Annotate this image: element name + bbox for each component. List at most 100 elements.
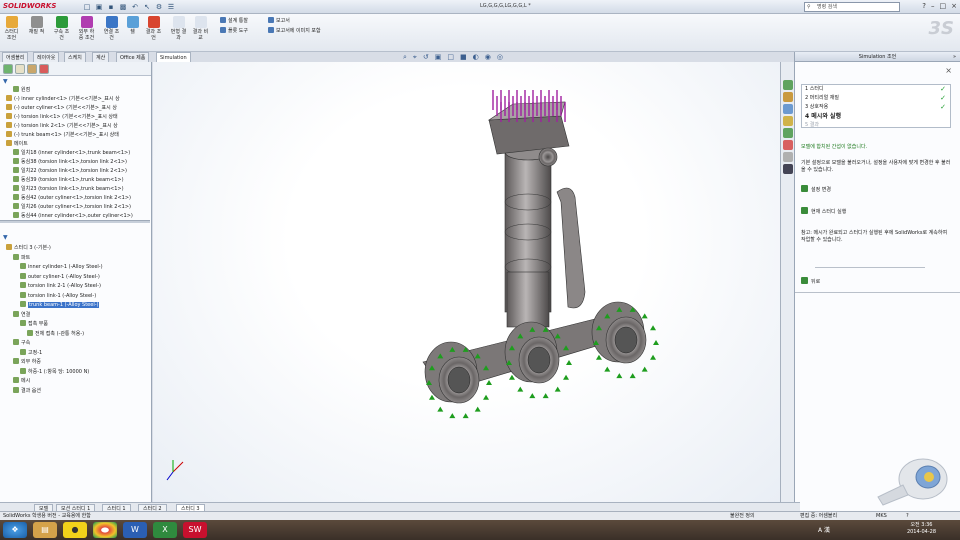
inner-cylinder[interactable] — [506, 271, 550, 328]
simulation-tree-row[interactable]: 연결 — [13, 310, 30, 319]
study-advisor-button[interactable]: 스터디 조언 — [3, 16, 20, 41]
clock[interactable]: 오전 3:36 2014-04-28 — [907, 522, 936, 536]
step-study[interactable]: 1 스터디 ✓ — [802, 85, 950, 94]
solidworks-taskbar-icon[interactable]: SW — [183, 522, 207, 538]
simulation-tree-row[interactable]: 접촉 부품 — [20, 320, 48, 328]
feature-tree-row[interactable]: (-) torsion link<1> (기본<<기본>_표시 상태 — [6, 113, 118, 121]
report-image-item[interactable]: 보고서에 이미지 포함 — [268, 27, 321, 35]
simulation-tree-row[interactable]: 전체 접촉 (-관통 허용-) — [27, 329, 84, 338]
view-palette-icon[interactable] — [783, 116, 793, 126]
tab-office-products[interactable]: Office 제품 — [116, 52, 150, 62]
back-link[interactable]: 뒤로 — [801, 277, 820, 286]
compare-results-button[interactable]: 결과 비교 — [192, 16, 209, 41]
simulation-tree-row[interactable]: trunk beam-1 (-Alloy Steel-) — [20, 301, 100, 309]
save-icon[interactable]: ▪ — [106, 2, 116, 12]
feature-tree-row[interactable]: (-) trunk beam<1> (기본<<기본>_표시 상태 — [6, 131, 119, 139]
design-library-icon[interactable] — [783, 92, 793, 102]
ime-indicator[interactable]: A 漢 — [818, 525, 830, 534]
kakao-icon[interactable]: ● — [63, 522, 87, 538]
feature-tree-tab-icon[interactable] — [3, 64, 13, 74]
pane-splitter[interactable] — [0, 220, 150, 223]
feature-tree-row[interactable]: (-) torsion link 2<1> (기본<<기본>_표시 상 — [6, 122, 118, 130]
simulation-tree-row[interactable]: 외부 하중 — [13, 358, 41, 366]
command-search-input[interactable]: ⚲ 명령 검색 — [804, 2, 900, 12]
resources-tab-icon[interactable] — [783, 80, 793, 90]
apply-material-button[interactable]: 재질 적 — [28, 16, 45, 35]
tab-evaluate[interactable]: 계산 — [92, 52, 110, 62]
simulation-tree-row[interactable]: 메시 — [13, 377, 30, 385]
zoom-area-icon[interactable]: ⌖ — [413, 53, 417, 62]
torsion-link-2[interactable] — [556, 187, 586, 309]
appearance-icon[interactable]: ◉ — [485, 53, 491, 62]
appearances-icon[interactable] — [783, 128, 793, 138]
tab-assembly[interactable]: 어셈블리 — [2, 52, 29, 62]
feature-tree-row[interactable]: 동심39 (torsion link<1>,trunk beam<1>) — [13, 176, 124, 184]
run-study-link[interactable]: 현재 스터디 실행 — [801, 207, 846, 216]
minimize-icon[interactable]: – — [931, 2, 935, 10]
display-tab-icon[interactable] — [39, 64, 49, 74]
simulation-advisor-tab-icon[interactable] — [783, 164, 793, 174]
help-icon[interactable]: ? — [922, 2, 926, 10]
display-style-icon[interactable]: ■ — [460, 53, 467, 62]
print-icon[interactable]: ▩ — [118, 2, 128, 12]
feature-tree-row[interactable]: 일치23 (torsion link<1>,trunk beam<1>) — [13, 185, 124, 193]
step-material[interactable]: 2 머티리얼 재질 ✓ — [802, 94, 950, 103]
feature-tree-row[interactable]: 일치26 (outer cyliner<1>,torsion link 2<1>… — [13, 203, 131, 211]
section-view-icon[interactable]: ▣ — [435, 53, 442, 62]
step-interaction[interactable]: 3 상호작용 ✓ — [802, 103, 950, 112]
close-pane-icon[interactable]: » — [953, 52, 956, 62]
close-icon[interactable]: × — [951, 2, 957, 10]
change-settings-link[interactable]: 설정 변경 — [801, 185, 831, 194]
step-mesh-run[interactable]: 4 메시와 실행 — [802, 112, 950, 121]
design-insight-item[interactable]: 설계 통찰 — [220, 17, 248, 25]
feature-tree-row[interactable]: (-) inner cylinder<1> (기본<<기본>_표시 상 — [6, 95, 120, 103]
rebuild-icon[interactable]: ⚙ — [154, 2, 164, 12]
view-orientation-icon[interactable]: □ — [447, 53, 454, 62]
explorer-icon[interactable]: ▤ — [33, 522, 57, 538]
config-tab-icon[interactable] — [27, 64, 37, 74]
graphics-area[interactable]: ⌕ ⌖ ↺ ▣ □ ■ ◐ ◉ ◎ — [153, 53, 780, 502]
simulation-tree-row[interactable]: inner cylinder-1 (-Alloy Steel-) — [20, 263, 103, 271]
results-advisor-button[interactable]: 결과 조언 — [145, 16, 162, 41]
simulation-tree-row[interactable]: 하중-1 (:항목 당: 10000 N) — [20, 367, 89, 376]
feature-tree-row[interactable]: 동심38 (torsion link<1>,torsion link 2<1>) — [13, 158, 127, 166]
feature-tree-row[interactable]: 동심44 (inner cylinder<1>,outer cyliner<1>… — [13, 212, 133, 220]
report-item[interactable]: 보고서 — [268, 17, 290, 25]
word-icon[interactable]: W — [123, 522, 147, 538]
hide-show-icon[interactable]: ◐ — [473, 53, 479, 62]
deformed-result-button[interactable]: 번형 결과 — [170, 16, 187, 41]
previous-view-icon[interactable]: ↺ — [423, 53, 429, 62]
shell-button[interactable]: 쉘 — [124, 16, 141, 35]
options-icon[interactable]: ☰ — [166, 2, 176, 12]
custom-properties-icon[interactable] — [783, 140, 793, 150]
simulation-tree-row[interactable]: torsion link 2-1 (-Alloy Steel-) — [20, 282, 101, 290]
connections-button[interactable]: 연결 조건 — [103, 16, 120, 41]
feature-tree-row[interactable]: (-) outer cyliner<1> (기본<<기본>_표시 상 — [6, 104, 117, 112]
restore-icon[interactable]: □ — [940, 2, 947, 10]
simulation-tree-row[interactable]: 파트 — [13, 253, 30, 262]
simulation-tree-row[interactable]: torsion link-1 (-Alloy Steel-) — [20, 291, 96, 300]
tab-layout[interactable]: 레이아웃 — [33, 52, 60, 62]
open-file-icon[interactable]: ▣ — [94, 2, 104, 12]
close-advisor-icon[interactable]: × — [945, 66, 952, 75]
simulation-tree-row[interactable]: 구속 — [13, 339, 30, 347]
feature-tree-row[interactable]: 메이트 — [6, 140, 28, 148]
feature-tree-row[interactable]: 원점 — [13, 86, 30, 94]
notes-icon[interactable] — [783, 152, 793, 162]
tab-simulation[interactable]: Simulation — [156, 52, 191, 62]
scene-icon[interactable]: ◎ — [497, 53, 503, 62]
undo-icon[interactable]: ↶ — [130, 2, 140, 12]
chrome-icon[interactable] — [93, 522, 117, 538]
simulation-tree-row[interactable]: outer cyliner-1 (-Alloy Steel-) — [20, 272, 100, 281]
feature-tree-row[interactable]: 일치22 (torsion link<1>,torsion link 2<1>) — [13, 167, 127, 175]
select-icon[interactable]: ↖ — [142, 2, 152, 12]
new-file-icon[interactable]: □ — [82, 2, 92, 12]
filter-icon[interactable]: ▼ — [3, 78, 8, 85]
feature-tree-row[interactable]: 동심42 (outer cyliner<1>,torsion link 2<1>… — [13, 194, 131, 202]
plot-tools-item[interactable]: 플롯 도구 — [220, 27, 248, 35]
excel-icon[interactable]: X — [153, 522, 177, 538]
tab-sketch[interactable]: 스케치 — [64, 52, 86, 62]
file-explorer-icon[interactable] — [783, 104, 793, 114]
simulation-tree-row[interactable]: 스터디 3 (-기본-) — [6, 244, 51, 252]
property-tab-icon[interactable] — [15, 64, 25, 74]
